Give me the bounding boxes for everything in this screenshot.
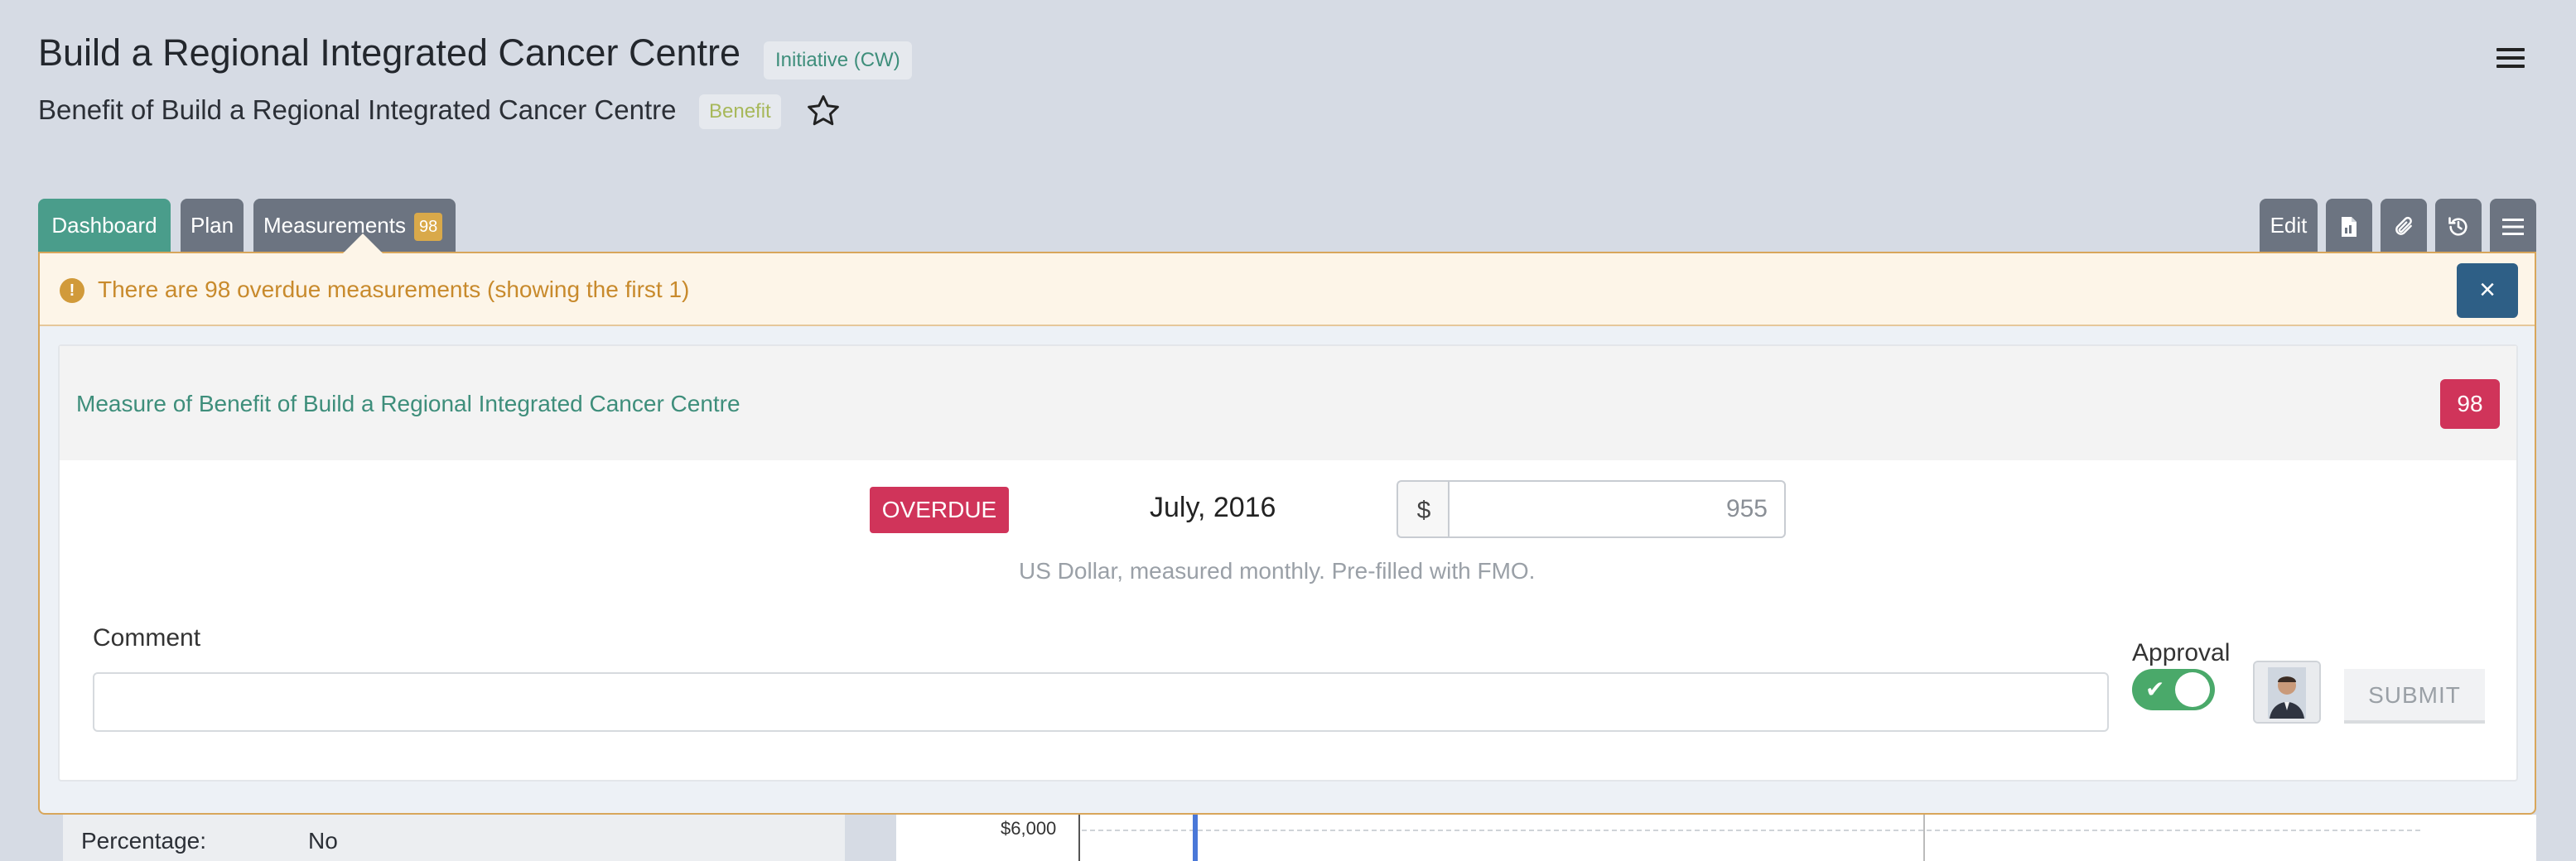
hamburger-menu-icon[interactable] [2496,48,2525,73]
chart-cursor-line [1193,815,1198,861]
document-icon [2342,217,2357,238]
approval-toggle-knob [2175,672,2210,707]
approval-label: Approval [2132,639,2231,666]
alert-text: There are 98 overdue measurements (showi… [98,277,690,302]
chart-y-axis [1078,815,1080,861]
menu-button[interactable] [2490,199,2536,252]
page-title: Build a Regional Integrated Cancer Centr… [38,31,741,74]
close-button[interactable]: × [2457,263,2518,318]
chart-y-tick: $6,000 [1001,818,1057,839]
type-badge: Initiative (CW) [764,41,912,79]
chart-vertical-gridline [1923,815,1925,861]
measure-title-link[interactable]: Measure of Benefit of Build a Regional I… [76,391,740,417]
avatar[interactable] [2253,661,2321,724]
tab-measurements-count: 98 [413,213,443,242]
measurement-value-input[interactable]: 955 [1448,480,1786,538]
comment-label: Comment [93,624,201,652]
tab-measurements-label: Measurements [263,213,406,238]
chart-gridline [1082,830,2420,831]
tab-plan[interactable]: Plan [181,199,244,252]
warning-icon: ! [60,278,84,303]
comment-input[interactable] [93,672,2109,732]
percentage-label: Percentage: [81,828,206,854]
history-icon [2448,217,2467,236]
tab-pointer [343,233,383,253]
submit-button[interactable]: SUBMIT [2344,669,2485,724]
attach-button[interactable] [2381,199,2427,252]
page-subtitle: Benefit of Build a Regional Integrated C… [38,94,677,125]
edit-button[interactable]: Edit [2260,199,2318,252]
menu-icon [2502,219,2524,236]
currency-addon: $ [1397,480,1450,538]
overdue-badge: OVERDUE [870,487,1009,533]
check-icon: ✔ [2145,676,2165,702]
measure-helper-text: US Dollar, measured monthly. Pre-filled … [1019,558,1536,584]
star-icon[interactable] [805,93,842,129]
percentage-value: No [308,828,338,854]
benefit-badge: Benefit [699,94,781,129]
paperclip-icon [2395,217,2412,235]
measure-count-badge: 98 [2440,379,2500,429]
history-button[interactable] [2435,199,2482,252]
tab-dashboard[interactable]: Dashboard [38,199,171,252]
document-button[interactable] [2326,199,2372,252]
chart-area [896,815,2536,861]
measure-period: July, 2016 [1150,492,1276,523]
